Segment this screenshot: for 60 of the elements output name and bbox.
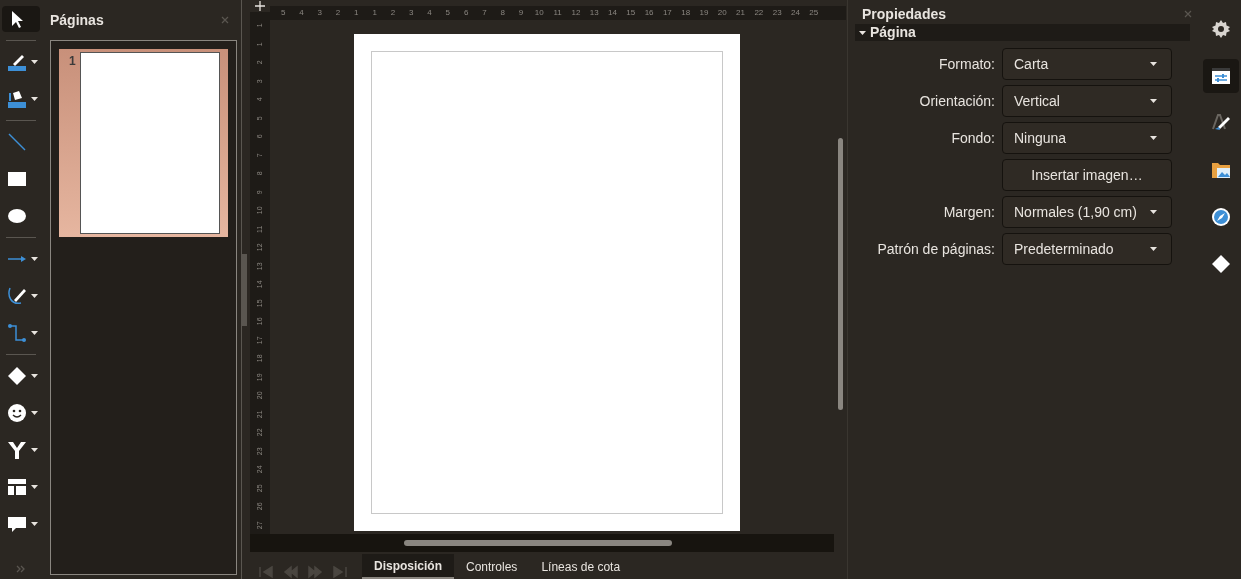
layer-tab[interactable]: Disposición bbox=[362, 554, 454, 579]
dropdown[interactable]: Predeterminado bbox=[1002, 233, 1172, 265]
dropdown-caret-icon bbox=[31, 294, 38, 298]
dropdown[interactable]: Normales (1,90 cm) bbox=[1002, 196, 1172, 228]
dropdown[interactable]: Ninguna bbox=[1002, 122, 1172, 154]
dropdown-caret-icon bbox=[1150, 210, 1157, 214]
line-icon bbox=[7, 132, 27, 152]
styles-brush-icon bbox=[1210, 113, 1231, 133]
plus-icon bbox=[255, 1, 265, 11]
insert-image-button[interactable]: Insertar imagen… bbox=[1002, 159, 1172, 191]
dropdown-caret-icon bbox=[31, 522, 38, 526]
ellipse-icon bbox=[7, 206, 27, 226]
layer-tab[interactable]: Controles bbox=[454, 554, 530, 579]
dropdown-caret-icon bbox=[31, 411, 38, 415]
panel-title: Propiedades bbox=[862, 4, 947, 24]
dropdown-caret-icon bbox=[31, 485, 38, 489]
flowchart-icon bbox=[7, 477, 27, 497]
dropdown-caret-icon bbox=[31, 448, 38, 452]
properties-icon bbox=[1210, 66, 1231, 86]
compass-icon bbox=[1210, 207, 1231, 227]
diamond-icon bbox=[7, 366, 27, 386]
dropdown-caret-icon bbox=[31, 60, 38, 64]
section-header[interactable]: Página bbox=[855, 24, 1190, 41]
field-label: Patrón de páginas: bbox=[877, 241, 995, 257]
diamond-icon bbox=[1210, 254, 1231, 274]
dropdown-caret-icon bbox=[31, 257, 38, 261]
sidebar-tab[interactable] bbox=[1202, 59, 1239, 93]
dropdown[interactable]: Carta bbox=[1002, 48, 1172, 80]
curve-pencil-icon bbox=[7, 286, 27, 306]
dropdown-caret-icon bbox=[31, 331, 38, 335]
rectangle-icon bbox=[7, 169, 27, 189]
page-number: 1 bbox=[69, 53, 76, 70]
speech-bubble-icon bbox=[7, 514, 27, 534]
expand-caret-icon bbox=[859, 30, 866, 35]
brush-icon bbox=[7, 52, 27, 72]
dropdown-caret-icon bbox=[1150, 136, 1157, 140]
paint-bucket-icon bbox=[7, 89, 27, 109]
panel-title: Páginas bbox=[50, 10, 104, 30]
tool-button[interactable] bbox=[2, 6, 40, 32]
dropdown-caret-icon bbox=[31, 374, 38, 378]
dropdown-caret-icon bbox=[31, 97, 38, 101]
collapse-handle[interactable] bbox=[241, 254, 247, 326]
folder-image-icon bbox=[1210, 160, 1231, 180]
dropdown[interactable]: Vertical bbox=[1002, 85, 1172, 117]
field-label: Margen: bbox=[943, 204, 995, 220]
vertical-scrollbar[interactable] bbox=[837, 138, 843, 410]
settings-icon bbox=[1210, 19, 1231, 39]
y-shape-icon bbox=[7, 440, 27, 460]
dropdown-caret-icon bbox=[1150, 62, 1157, 66]
field-label: Fondo: bbox=[951, 130, 995, 146]
page-thumbnail[interactable]: 1 bbox=[59, 49, 228, 237]
connector-icon bbox=[7, 323, 27, 343]
horizontal-scrollbar[interactable] bbox=[404, 540, 672, 546]
horizontal-ruler: 5 4 3 2 1 1 2 3 4 5 6 7 8 9 10 11 12 13 14 15 16 17 18 19 20 21 22 23 24 25 bbox=[270, 6, 846, 20]
field-label: Orientación: bbox=[919, 93, 995, 109]
field-label: Formato: bbox=[939, 56, 995, 72]
smiley-icon bbox=[7, 403, 27, 423]
dropdown-caret-icon bbox=[1150, 247, 1157, 251]
dropdown-caret-icon bbox=[1150, 99, 1157, 103]
layer-tab[interactable]: Líneas de cota bbox=[529, 554, 633, 579]
